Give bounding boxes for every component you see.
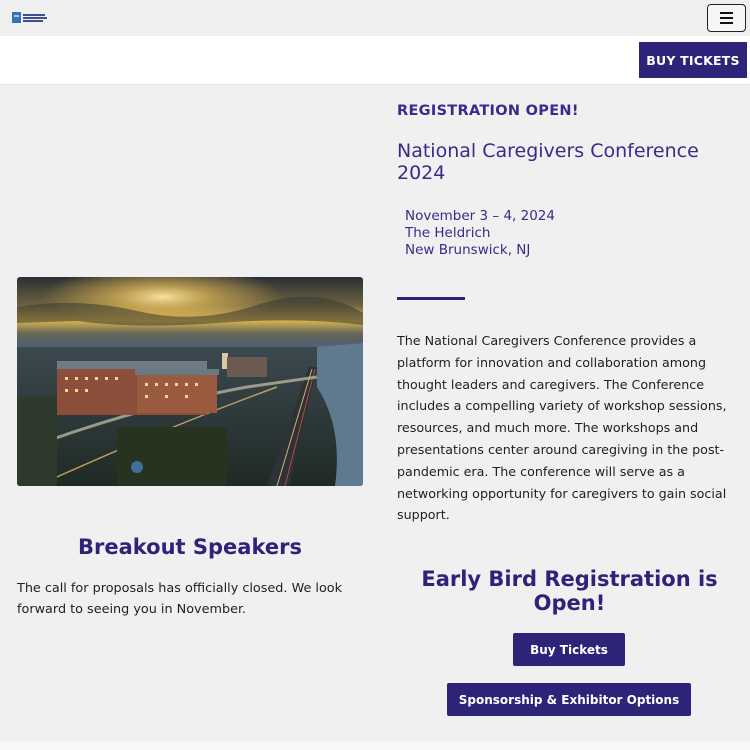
conference-description: The National Caregivers Conference provi… [397,333,727,523]
early-bird-heading: Early Bird Registration is Open! [421,567,718,615]
event-date: November 3 – 4, 2024 [405,208,555,224]
breakout-speakers-text: The call for proposals has officially cl… [17,581,343,617]
event-location: New Brunswick, NJ [405,242,531,258]
hamburger-menu-icon[interactable] [707,4,746,32]
logo-mark [12,12,21,23]
event-details: November 3 – 4, 2024 The Heldrich New Br… [405,208,555,259]
top-navbar [0,0,750,36]
buy-tickets-button[interactable]: Buy Tickets [513,633,625,666]
logo-wordmark [23,13,47,22]
buy-tickets-header-button[interactable]: BUY TICKETS [639,42,747,78]
registration-open-label: REGISTRATION OPEN! [397,103,579,119]
section-divider [397,297,465,300]
action-bar [0,36,750,85]
aerial-city-photo [17,277,363,486]
page-footer-edge [0,741,750,750]
conference-logo-icon[interactable] [12,11,48,24]
sponsorship-exhibitor-button[interactable]: Sponsorship & Exhibitor Options [447,683,691,716]
breakout-speakers-heading: Breakout Speakers [78,535,302,559]
conference-title: National Caregivers Conference 2024 [397,140,699,184]
event-venue: The Heldrich [405,225,491,241]
